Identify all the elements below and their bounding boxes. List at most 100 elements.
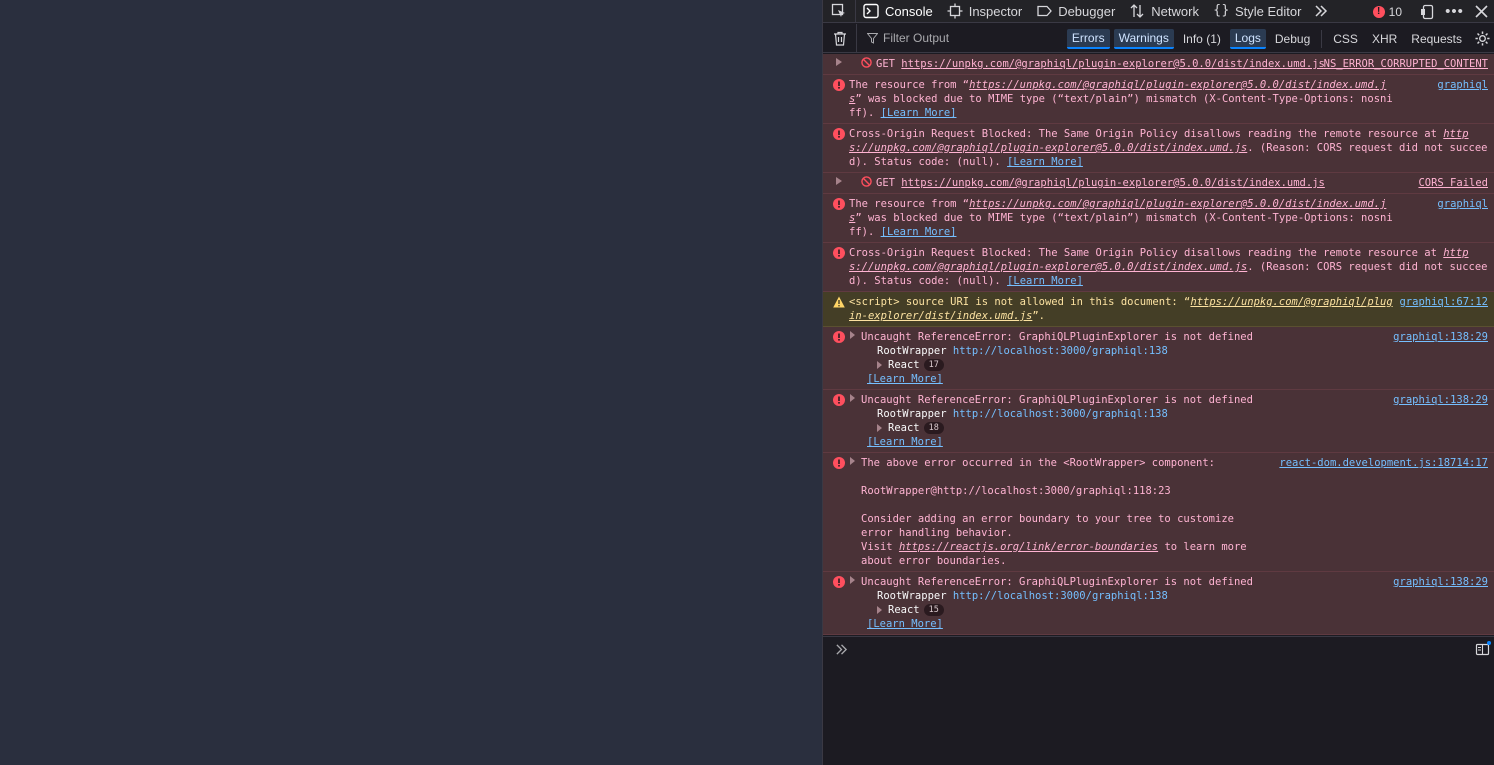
react-group-label: React [888, 604, 920, 616]
learn-more-link[interactable]: [Learn More] [881, 226, 957, 238]
message-source[interactable]: graphiql:138:29 [1393, 575, 1488, 589]
message-text: RootWrapper@http://localhost:3000/graphi… [861, 485, 1171, 497]
console-settings-button[interactable] [1469, 31, 1494, 46]
console-message-network[interactable]: GET https://unpkg.com/@graphiql/plugin-e… [823, 54, 1494, 75]
stack-frame-url[interactable]: http://localhost:3000/graphiql:138 [953, 345, 1168, 357]
console-message-error[interactable]: The resource from “https://unpkg.com/@gr… [823, 194, 1494, 243]
request-method: GET [876, 58, 895, 70]
expand-twisty-icon[interactable] [850, 394, 855, 402]
editor-mode-toggle-icon[interactable] [1475, 641, 1491, 657]
error-dot-icon: ! [1372, 5, 1385, 18]
stack-frame-url[interactable]: http://localhost:3000/graphiql:138 [953, 590, 1168, 602]
request-method: GET [876, 177, 895, 189]
message-source[interactable]: graphiql [1437, 197, 1488, 211]
error-count-indicator[interactable]: ! 10 [1372, 4, 1402, 19]
console-icon [863, 3, 879, 19]
error-icon [833, 79, 845, 91]
ellipsis-icon: ••• [1445, 3, 1464, 20]
expand-twisty-icon[interactable] [836, 177, 842, 185]
message-text: Cross-Origin Request Blocked: The Same O… [849, 247, 1444, 259]
console-message-error[interactable]: The above error occurred in the <RootWra… [823, 453, 1494, 572]
tab-debugger[interactable]: Debugger [1029, 0, 1122, 23]
expand-twisty-icon[interactable] [877, 606, 882, 614]
message-source[interactable]: graphiql:67:12 [1399, 295, 1488, 309]
expand-twisty-icon[interactable] [877, 361, 882, 369]
message-source[interactable]: graphiql:138:29 [1393, 330, 1488, 344]
double-chevron-icon [1315, 5, 1328, 17]
message-source[interactable]: NS_ERROR_CORRUPTED_CONTENT [1324, 57, 1488, 71]
message-source[interactable]: graphiql [1437, 78, 1488, 92]
message-text: Uncaught ReferenceError: GraphiQLPluginE… [861, 331, 1253, 343]
message-source[interactable]: graphiql:138:29 [1393, 393, 1488, 407]
warning-icon [833, 296, 845, 308]
tab-console[interactable]: Console [856, 0, 940, 23]
request-url[interactable]: https://unpkg.com/@graphiql/plugin-explo… [901, 177, 1325, 189]
react-frames-group[interactable]: React 17 [861, 358, 1394, 372]
console-message-warning[interactable]: <script> source URI is not allowed in th… [823, 292, 1494, 327]
tab-network[interactable]: Network [1122, 0, 1206, 23]
learn-more-link[interactable]: [Learn More] [867, 436, 943, 448]
console-message-error[interactable]: Cross-Origin Request Blocked: The Same O… [823, 124, 1494, 173]
learn-more-link[interactable]: [Learn More] [867, 618, 943, 630]
stack-frame-name: RootWrapper [877, 408, 947, 420]
console-message-error[interactable]: Uncaught ReferenceError: GraphiQLPluginE… [823, 327, 1494, 390]
filter-warnings-button[interactable]: Warnings [1113, 28, 1174, 49]
request-url[interactable]: https://unpkg.com/@graphiql/plugin-explo… [901, 58, 1325, 70]
react-group-label: React [888, 422, 920, 434]
more-tabs-button[interactable] [1308, 0, 1334, 23]
message-source[interactable]: react-dom.development.js:18714:17 [1279, 456, 1488, 470]
learn-more-link[interactable]: [Learn More] [1007, 275, 1083, 287]
stack-frame-url[interactable]: http://localhost:3000/graphiql:138 [953, 408, 1168, 420]
react-frames-group[interactable]: React 18 [861, 421, 1394, 435]
console-message-error[interactable]: Uncaught ReferenceError: GraphiQLPluginE… [823, 572, 1494, 635]
console-input[interactable] [823, 636, 1494, 765]
console-message-error[interactable]: Uncaught ReferenceError: GraphiQLPluginE… [823, 390, 1494, 453]
dock-toggle-button[interactable] [1414, 0, 1441, 23]
console-output: GET https://unpkg.com/@graphiql/plugin-e… [823, 54, 1494, 636]
console-message-error[interactable]: The resource from “https://unpkg.com/@gr… [823, 75, 1494, 124]
filter-placeholder: Filter Output [883, 31, 950, 45]
expand-twisty-icon[interactable] [850, 576, 855, 584]
message-text: ”. [1032, 310, 1045, 322]
gear-icon [1474, 31, 1490, 46]
message-text: Uncaught ReferenceError: GraphiQLPluginE… [861, 394, 1253, 406]
filter-xhr-button[interactable]: XHR [1367, 30, 1402, 48]
trash-icon [833, 31, 846, 46]
learn-more-link[interactable]: [Learn More] [881, 107, 957, 119]
filter-info-button[interactable]: Info (1) [1178, 30, 1226, 48]
filter-output-input[interactable]: Filter Output [857, 24, 1087, 53]
clear-console-button[interactable] [823, 23, 857, 53]
expand-twisty-icon[interactable] [877, 424, 882, 432]
filter-debug-button[interactable]: Debug [1270, 30, 1315, 48]
error-count-value: 10 [1388, 4, 1402, 19]
stack-frame-name: RootWrapper [877, 345, 947, 357]
close-devtools-button[interactable] [1468, 0, 1494, 23]
message-text: Consider adding an error boundary to you… [861, 513, 1234, 539]
learn-more-link[interactable]: [Learn More] [867, 373, 943, 385]
options-menu-button[interactable]: ••• [1441, 0, 1468, 23]
console-message-network[interactable]: GET https://unpkg.com/@graphiql/plugin-e… [823, 173, 1494, 194]
braces-icon: {} [1212, 3, 1230, 18]
filter-logs-button[interactable]: Logs [1229, 28, 1266, 49]
learn-more-link[interactable]: [Learn More] [1007, 156, 1083, 168]
message-text: The resource from “ [849, 79, 970, 91]
prompt-chevron-icon [836, 644, 848, 655]
error-icon [833, 198, 845, 210]
tab-inspector-label: Inspector [968, 3, 1023, 19]
resource-url[interactable]: https://reactjs.org/link/error-boundarie… [899, 541, 1158, 553]
console-message-error[interactable]: Cross-Origin Request Blocked: The Same O… [823, 243, 1494, 292]
tab-inspector[interactable]: Inspector [940, 0, 1029, 23]
filter-errors-button[interactable]: Errors [1066, 28, 1110, 49]
message-source[interactable]: CORS Failed [1418, 176, 1488, 190]
expand-twisty-icon[interactable] [836, 58, 842, 66]
filter-css-button[interactable]: CSS [1328, 30, 1363, 48]
react-frames-group[interactable]: React 15 [861, 603, 1394, 617]
tab-style-editor[interactable]: {} Style Editor [1206, 0, 1308, 23]
expand-twisty-icon[interactable] [850, 457, 855, 465]
expand-twisty-icon[interactable] [850, 331, 855, 339]
filter-requests-button[interactable]: Requests [1406, 30, 1467, 48]
dock-icon [1420, 4, 1433, 19]
tab-style-editor-label: Style Editor [1234, 3, 1302, 19]
element-picker-button[interactable] [825, 0, 856, 23]
close-icon [1475, 5, 1488, 18]
